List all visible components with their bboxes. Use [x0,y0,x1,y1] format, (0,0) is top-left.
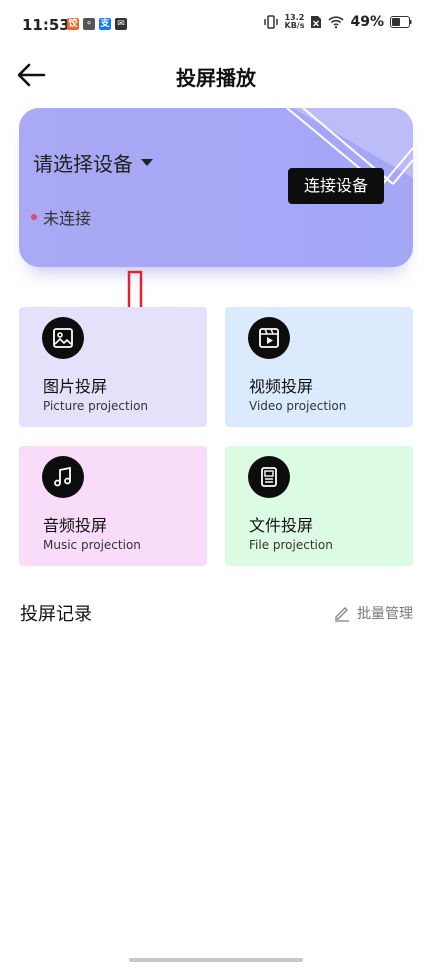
connection-status-text: 未连接 [43,209,92,228]
edit-icon [335,607,349,622]
music-projection-subtitle: Music projection [43,538,141,552]
file-icon-circle [248,456,290,498]
picture-icon-circle [42,317,84,359]
device-select-label: 请选择设备 [33,152,133,176]
device-card: 请选择设备 连接设备 未连接 [19,108,413,267]
picture-projection-tile[interactable]: 图片投屏 Picture projection [19,307,207,427]
app-notification-icon: ⚬ [83,18,95,30]
file-projection-title: 文件投屏 [249,516,314,535]
notification-icons: 饺 ⚬ 支 ✉ [67,18,127,30]
picture-projection-title: 图片投屏 [43,377,108,396]
music-projection-tile[interactable]: 音频投屏 Music projection [19,446,207,566]
batch-manage-label: 批量管理 [357,606,413,622]
status-dot-icon [31,214,37,220]
caret-down-icon [141,159,153,166]
no-sim-icon [311,16,322,28]
connect-device-button[interactable]: 连接设备 [288,168,384,204]
home-indicator[interactable] [129,958,303,962]
music-projection-title: 音频投屏 [43,516,108,535]
file-projection-tile[interactable]: 文件投屏 File projection [225,446,413,566]
device-select[interactable]: 请选择设备 [33,148,153,177]
vibrate-icon [263,15,278,29]
video-icon [259,328,279,348]
wifi-icon [328,16,345,29]
system-status: 13.2 KB/s 49% [263,14,413,30]
status-bar: 11:53 饺 ⚬ 支 ✉ 13.2 KB/s 49% [0,0,432,52]
alipay-notification-icon: 支 [99,18,111,30]
network-speed: 13.2 KB/s [284,13,305,30]
status-time: 11:53 [22,16,70,34]
mail-notification-icon: ✉ [115,18,127,30]
picture-projection-subtitle: Picture projection [43,399,149,413]
video-icon-circle [248,317,290,359]
batch-manage-button[interactable]: 批量管理 [333,603,413,623]
connection-status: 未连接 [31,205,91,229]
music-icon [54,466,71,487]
header: 投屏播放 [0,52,432,100]
music-icon-circle [42,456,84,498]
records-title: 投屏记录 [20,604,92,625]
picture-icon [53,328,73,348]
battery-percent: 49% [350,14,384,30]
page-title: 投屏播放 [176,66,256,90]
app-notification-icon: 饺 [67,18,79,30]
file-projection-subtitle: File projection [249,538,333,552]
battery-icon [390,16,412,28]
video-projection-tile[interactable]: 视频投屏 Video projection [225,307,413,427]
file-icon [261,467,277,487]
video-projection-subtitle: Video projection [249,399,347,413]
video-projection-title: 视频投屏 [249,377,314,396]
